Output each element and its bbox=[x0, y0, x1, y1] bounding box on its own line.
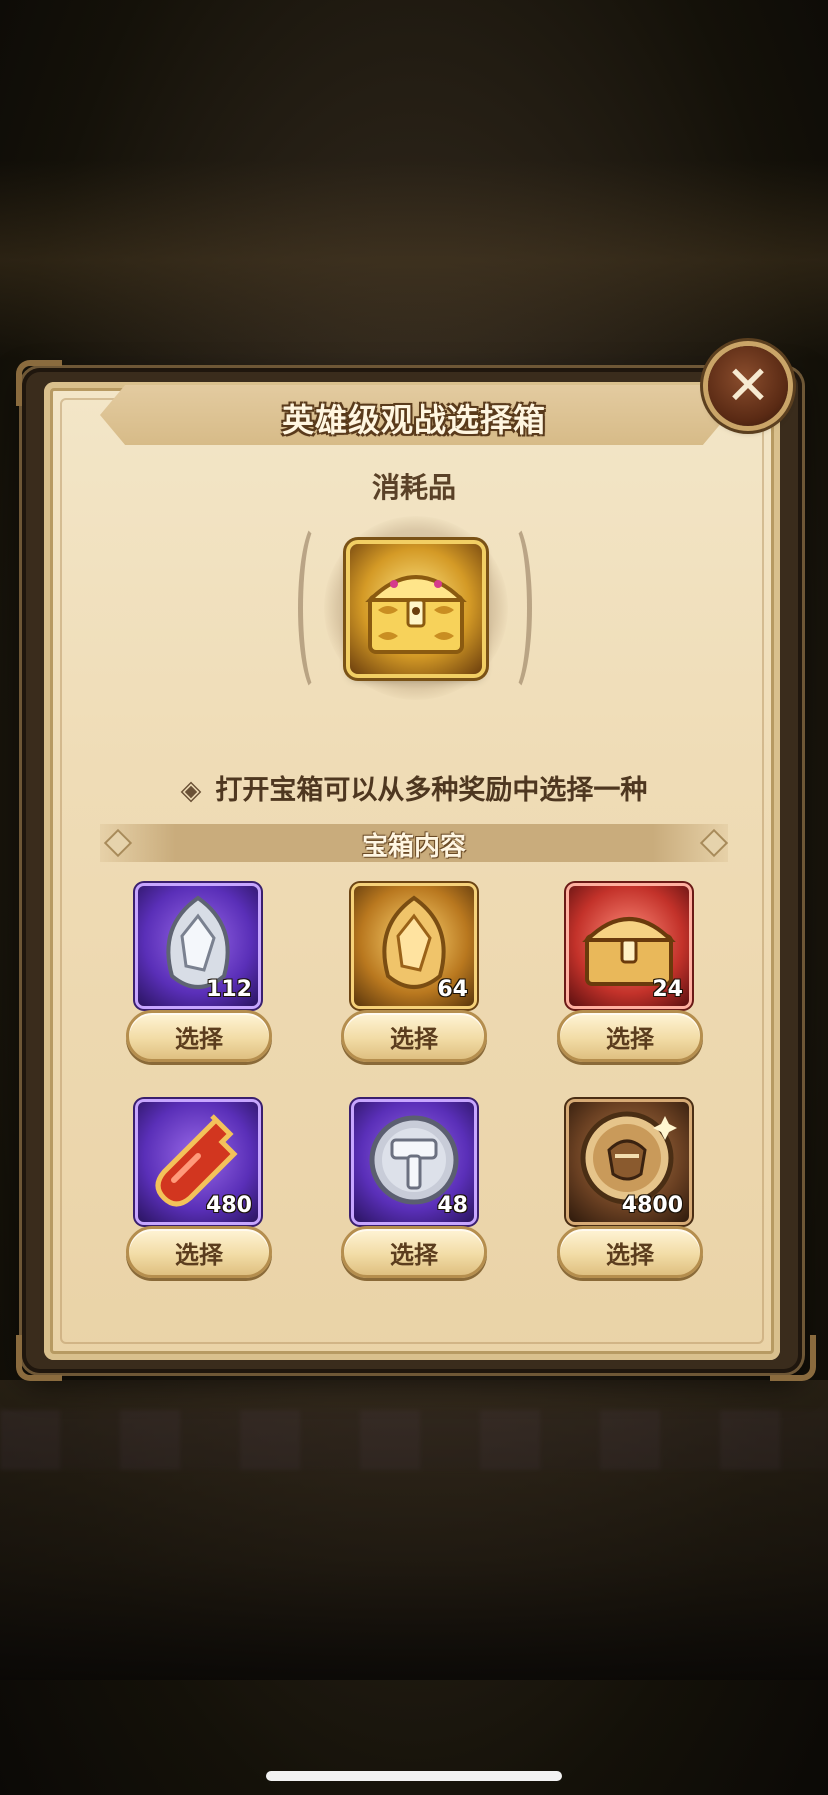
reward-quantity: 4800 bbox=[621, 1193, 683, 1218]
diamond-bullet-icon: ◈ bbox=[180, 775, 202, 806]
select-button[interactable]: 选择 bbox=[341, 1010, 487, 1062]
hero-arc-ornament bbox=[492, 520, 532, 696]
select-button[interactable]: 选择 bbox=[126, 1010, 272, 1062]
gold-crystal-icon[interactable]: 64 bbox=[354, 886, 474, 1006]
dialog-title: 英雄级观战选择箱 bbox=[281, 401, 546, 439]
select-button[interactable]: 选择 bbox=[341, 1226, 487, 1278]
reward-quantity: 480 bbox=[206, 1193, 252, 1218]
treasure-chest-icon[interactable]: 24 bbox=[569, 886, 689, 1006]
home-indicator[interactable] bbox=[266, 1771, 562, 1781]
frame-corner-ornament bbox=[770, 1335, 816, 1381]
section-header: 宝箱内容 bbox=[361, 832, 466, 862]
hammer-coin-icon[interactable]: 48 bbox=[354, 1102, 474, 1222]
background-blur-bottom bbox=[0, 1380, 828, 1680]
frame-corner-ornament bbox=[16, 1335, 62, 1381]
reward-quantity: 64 bbox=[437, 977, 468, 1002]
description-text: 打开宝箱可以从多种奖励中选择一种 bbox=[215, 775, 648, 806]
select-button[interactable]: 选择 bbox=[557, 1010, 703, 1062]
background-blur-top bbox=[0, 160, 828, 360]
silver-crystal-icon[interactable]: 112 bbox=[138, 886, 258, 1006]
hero-arc-ornament bbox=[298, 520, 338, 696]
reward-quantity: 24 bbox=[652, 977, 683, 1002]
close-button[interactable]: ✕ bbox=[708, 346, 788, 426]
reward-quantity: 112 bbox=[206, 977, 252, 1002]
item-category: 消耗品 bbox=[371, 471, 456, 504]
reward-quantity: 48 bbox=[437, 1193, 468, 1218]
close-icon: ✕ bbox=[725, 354, 771, 417]
red-potion-icon[interactable]: 480 bbox=[138, 1102, 258, 1222]
select-button[interactable]: 选择 bbox=[126, 1226, 272, 1278]
warrior-coin-icon[interactable]: 4800 bbox=[569, 1102, 689, 1222]
select-button[interactable]: 选择 bbox=[557, 1226, 703, 1278]
description: ◈ 打开宝箱可以从多种奖励中选择一种 bbox=[0, 768, 828, 807]
treasure-chest-icon bbox=[350, 544, 482, 674]
